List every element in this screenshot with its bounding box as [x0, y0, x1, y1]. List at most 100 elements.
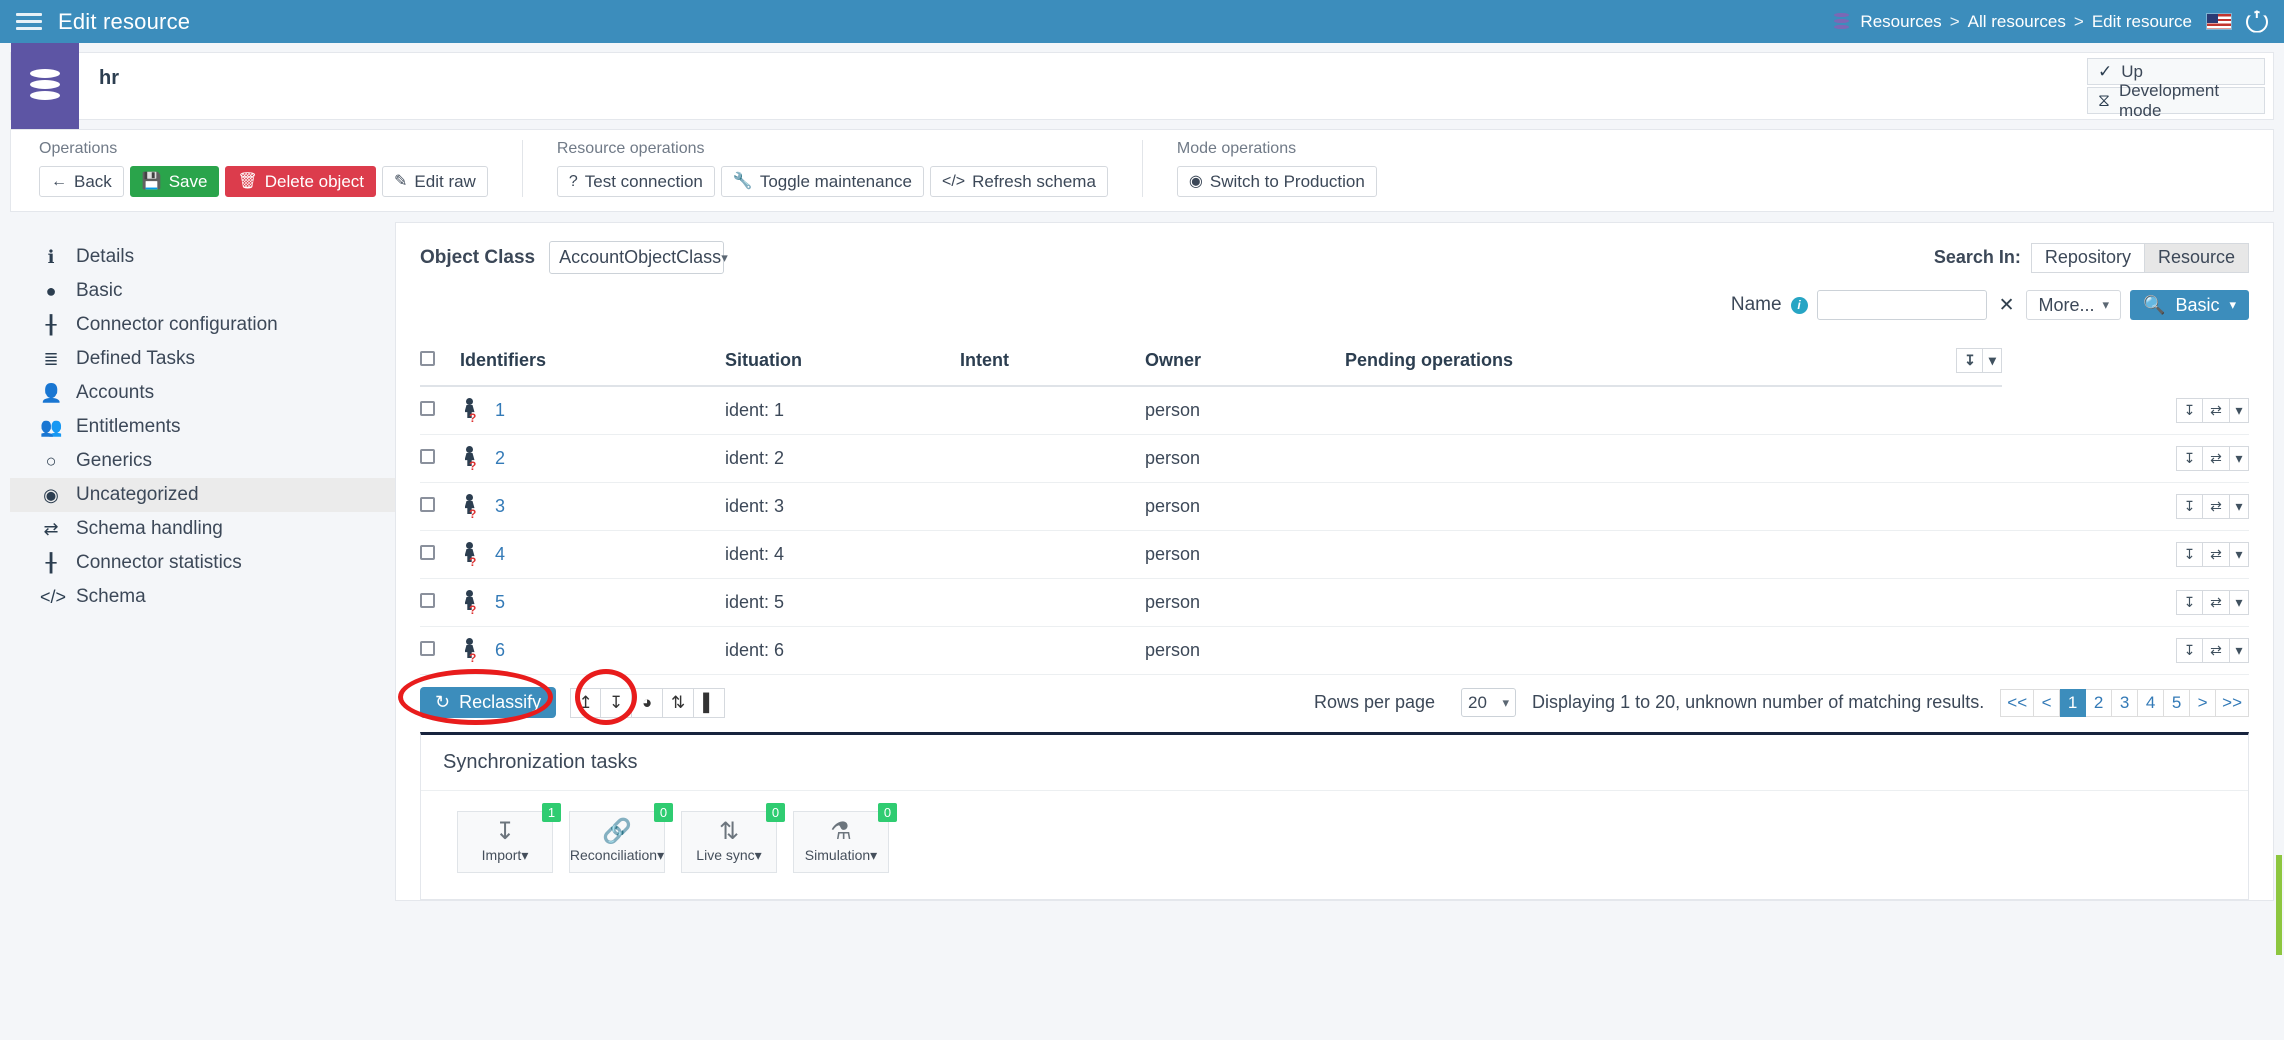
- chevron-down-icon[interactable]: ▾: [2230, 446, 2249, 471]
- sidebar-item-basic[interactable]: ● Basic: [10, 274, 395, 308]
- chevron-down-icon[interactable]: ▾: [1983, 348, 2002, 373]
- import-icon[interactable]: ↧: [2176, 446, 2203, 471]
- search-in-repository[interactable]: Repository: [2031, 243, 2145, 273]
- import-icon[interactable]: ↧: [2176, 398, 2203, 423]
- row-link[interactable]: 3: [495, 496, 505, 517]
- select-all-checkbox[interactable]: [420, 351, 435, 366]
- delete-object-button[interactable]: 🗑 Delete object: [225, 166, 376, 197]
- sidebar-item-entitlements[interactable]: 👥 Entitlements: [10, 410, 395, 444]
- page-last[interactable]: >>: [2216, 689, 2249, 717]
- sidebar-item-generics[interactable]: ○ Generics: [10, 444, 395, 478]
- row-checkbox[interactable]: [420, 449, 435, 464]
- chevron-down-icon[interactable]: ▾: [2230, 590, 2249, 615]
- row-link[interactable]: 4: [495, 544, 505, 565]
- sidebar-item-defined-tasks[interactable]: ≣ Defined Tasks: [10, 342, 395, 376]
- back-button[interactable]: ← Back: [39, 166, 124, 197]
- table-row[interactable]: ? 2 ident: 2 person ↧ ⇄ ▾: [420, 435, 2249, 483]
- search-in-resource[interactable]: Resource: [2145, 243, 2249, 273]
- chevron-down-icon[interactable]: ▾: [2230, 542, 2249, 567]
- sidebar-item-schema-handling[interactable]: ⇄ Schema handling: [10, 512, 395, 546]
- import-icon[interactable]: ↧: [2176, 638, 2203, 663]
- row-link[interactable]: 6: [495, 640, 505, 661]
- chevron-down-icon[interactable]: ▾: [2230, 638, 2249, 663]
- row-link[interactable]: 2: [495, 448, 505, 469]
- us-flag-icon[interactable]: [2206, 13, 2232, 30]
- name-filter-input[interactable]: [1817, 290, 1987, 320]
- row-checkbox[interactable]: [420, 593, 435, 608]
- switch-to-production-button[interactable]: ◉ Switch to Production: [1177, 166, 1377, 197]
- page-prev[interactable]: <: [2034, 689, 2060, 717]
- sync-icon[interactable]: ⇄: [2203, 542, 2230, 567]
- page-scrollbar[interactable]: [2276, 855, 2282, 955]
- header-pending-operations[interactable]: Pending operations: [1345, 338, 1912, 386]
- row-link[interactable]: 1: [495, 400, 505, 421]
- edit-raw-button[interactable]: ✎ Edit raw: [382, 166, 488, 197]
- sync-refresh-icon[interactable]: ⇅: [663, 688, 694, 718]
- clear-filter-icon[interactable]: ✕: [1996, 294, 2018, 317]
- sidebar-item-connector-statistics[interactable]: ╂ Connector statistics: [10, 546, 395, 580]
- toggle-maintenance-button[interactable]: 🔧 Toggle maintenance: [721, 166, 924, 197]
- sync-icon[interactable]: ⇄: [2203, 398, 2230, 423]
- breadcrumb-item-resources[interactable]: Resources: [1860, 12, 1941, 32]
- import-icon[interactable]: ↧: [601, 688, 632, 718]
- sync-icon[interactable]: ⇄: [2203, 590, 2230, 615]
- table-row[interactable]: ? 1 ident: 1 person ↧ ⇄ ▾: [420, 386, 2249, 435]
- table-row[interactable]: ? 6 ident: 6 person ↧ ⇄ ▾: [420, 627, 2249, 675]
- hamburger-icon[interactable]: [16, 9, 42, 35]
- sync-tile-reconciliation[interactable]: 0 🔗 Reconciliation▾: [569, 811, 665, 873]
- rows-per-page-select[interactable]: 20 ▾: [1461, 688, 1516, 717]
- table-row[interactable]: ? 3 ident: 3 person ↧ ⇄ ▾: [420, 483, 2249, 531]
- sync-tile-simulation[interactable]: 0 ⚗ Simulation▾: [793, 811, 889, 873]
- sidebar-item-connector-configuration[interactable]: ╂ Connector configuration: [10, 308, 395, 342]
- sidebar-item-schema[interactable]: </> Schema: [10, 580, 395, 614]
- chevron-down-icon[interactable]: ▾: [2230, 398, 2249, 423]
- row-checkbox[interactable]: [420, 401, 435, 416]
- test-connection-button[interactable]: ? Test connection: [557, 166, 715, 197]
- sync-icon[interactable]: ⇄: [2203, 638, 2230, 663]
- page-5[interactable]: 5: [2164, 689, 2190, 717]
- breadcrumb-item-all-resources[interactable]: All resources: [1968, 12, 2066, 32]
- header-intent[interactable]: Intent: [960, 338, 1145, 386]
- export-icon[interactable]: ↧: [1956, 348, 1983, 373]
- row-checkbox[interactable]: [420, 497, 435, 512]
- sidebar-item-label: Details: [76, 246, 134, 268]
- row-link[interactable]: 5: [495, 592, 505, 613]
- page-3[interactable]: 3: [2112, 689, 2138, 717]
- header-situation[interactable]: Situation: [725, 338, 960, 386]
- page-1[interactable]: 1: [2060, 689, 2086, 717]
- power-icon[interactable]: [2246, 11, 2268, 33]
- header-identifiers[interactable]: Identifiers: [460, 338, 725, 386]
- sync-tile-import[interactable]: 1 ↧ Import▾: [457, 811, 553, 873]
- header-owner[interactable]: Owner: [1145, 338, 1345, 386]
- import-icon[interactable]: ↧: [2176, 494, 2203, 519]
- refresh-schema-button[interactable]: </> Refresh schema: [930, 166, 1108, 197]
- object-class-select[interactable]: AccountObjectClass ▾: [549, 241, 724, 274]
- import-icon[interactable]: ↧: [2176, 542, 2203, 567]
- page-first[interactable]: <<: [2000, 689, 2034, 717]
- page-next[interactable]: >: [2190, 689, 2216, 717]
- save-button[interactable]: 💾 Save: [130, 166, 220, 197]
- table-row[interactable]: ? 4 ident: 4 person ↧ ⇄ ▾: [420, 531, 2249, 579]
- sidebar-item-uncategorized[interactable]: ◉ Uncategorized: [10, 478, 395, 512]
- page-2[interactable]: 2: [2086, 689, 2112, 717]
- export-icon[interactable]: ↥: [570, 688, 601, 718]
- sync-icon[interactable]: ⇄: [2203, 446, 2230, 471]
- import-icon[interactable]: ↧: [2176, 590, 2203, 615]
- pause-icon[interactable]: ▌: [694, 688, 725, 718]
- table-row[interactable]: ? 5 ident: 5 person ↧ ⇄ ▾: [420, 579, 2249, 627]
- sync-tile-live-sync[interactable]: 0 ⇅ Live sync▾: [681, 811, 777, 873]
- badge-count: 0: [654, 803, 673, 822]
- sync-icon: ⇅: [719, 820, 739, 844]
- row-checkbox[interactable]: [420, 545, 435, 560]
- sync-icon[interactable]: ⇄: [2203, 494, 2230, 519]
- info-icon[interactable]: i: [1791, 297, 1808, 314]
- page-4[interactable]: 4: [2138, 689, 2164, 717]
- reclassify-button[interactable]: ↻ Reclassify: [420, 687, 556, 718]
- more-filters-button[interactable]: More... ▾: [2026, 290, 2121, 320]
- basic-search-button[interactable]: 🔍 Basic ▾: [2130, 290, 2249, 320]
- row-checkbox[interactable]: [420, 641, 435, 656]
- chevron-down-icon[interactable]: ▾: [2230, 494, 2249, 519]
- sidebar-item-accounts[interactable]: 👤 Accounts: [10, 376, 395, 410]
- sidebar-item-details[interactable]: ℹ Details: [10, 240, 395, 274]
- chart-add-icon[interactable]: ◕: [632, 688, 663, 718]
